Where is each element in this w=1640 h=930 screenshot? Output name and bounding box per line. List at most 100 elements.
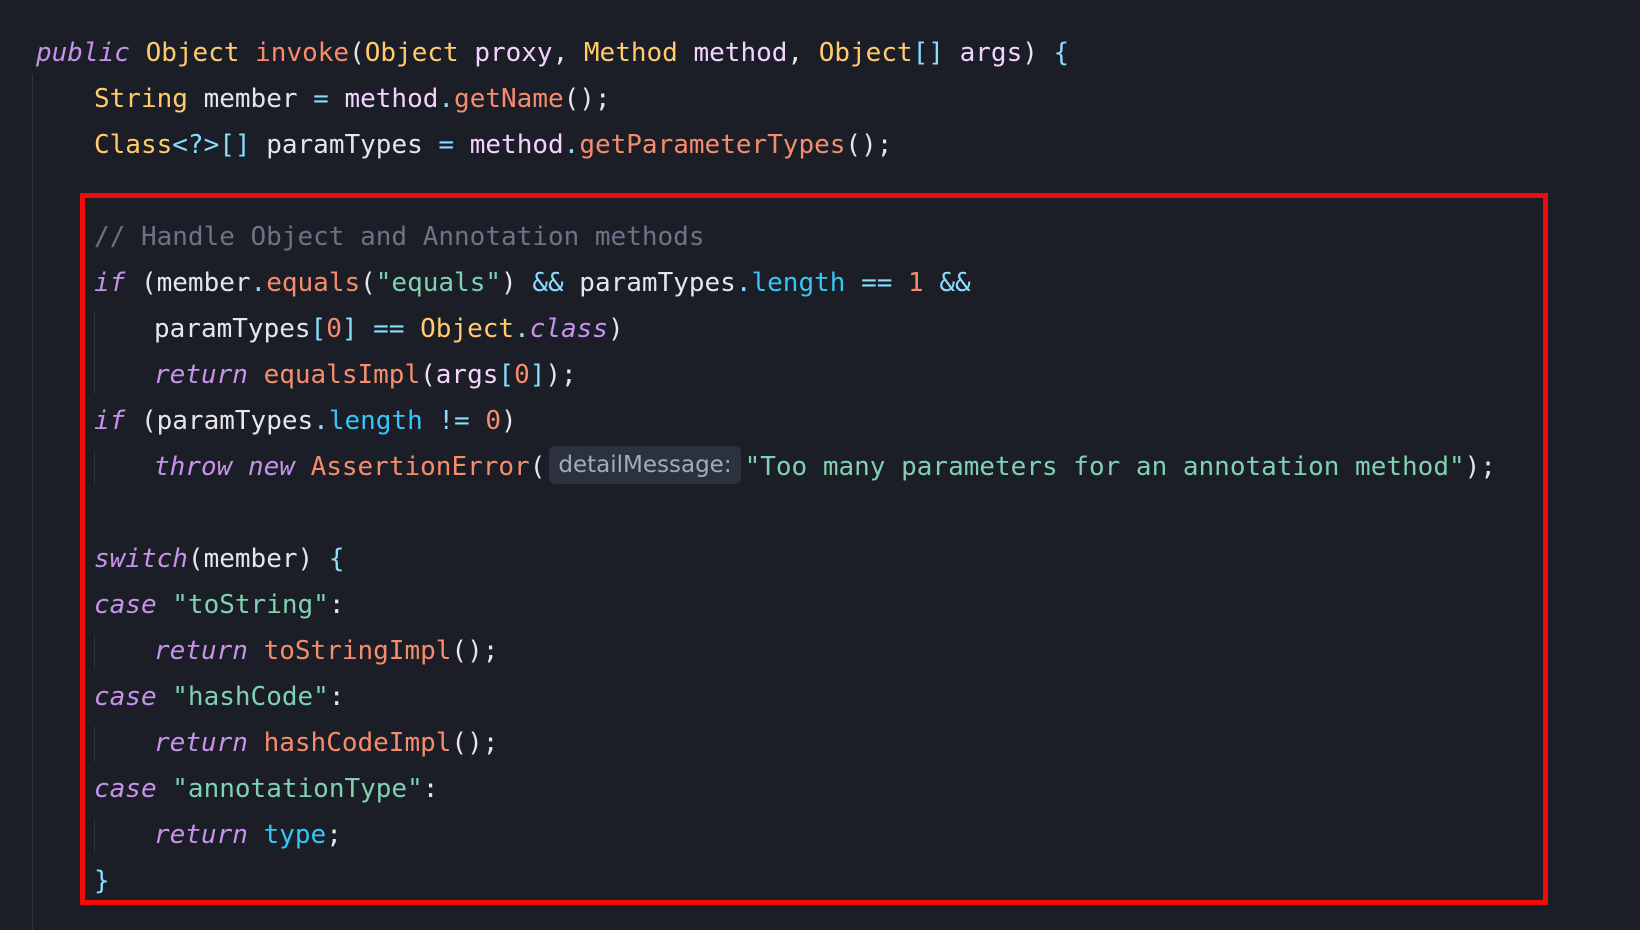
code-token: ( — [529, 452, 546, 482]
code-token: String — [94, 84, 188, 114]
parameter-hint: detailMessage: — [549, 445, 741, 484]
code-line[interactable]: paramTypes[0] == Object.class) — [154, 306, 624, 352]
code-token: member — [203, 544, 298, 574]
code-token: Object — [364, 38, 459, 68]
code-line[interactable]: return type; — [154, 812, 342, 858]
code-line[interactable]: return hashCodeImpl(); — [154, 720, 498, 766]
code-token: "annotationType" — [172, 774, 423, 804]
code-token: && — [939, 268, 971, 298]
code-line[interactable]: } — [94, 858, 110, 904]
code-token: 1 — [908, 268, 924, 298]
code-token: return — [154, 820, 248, 850]
code-token: switch — [94, 544, 188, 574]
code-token: new — [247, 452, 295, 482]
code-token: return — [154, 636, 248, 666]
code-token: proxy — [474, 38, 553, 68]
code-token: Method — [583, 38, 678, 68]
code-token: ( — [125, 406, 157, 436]
code-token: paramTypes — [154, 314, 311, 344]
code-token: getParameterTypes — [579, 130, 846, 160]
code-token: type — [263, 820, 327, 850]
code-token: . — [438, 84, 455, 114]
indent-guide — [94, 634, 95, 670]
code-token: toStringImpl — [263, 636, 452, 666]
code-token: == — [861, 268, 893, 298]
code-token: method — [693, 38, 788, 68]
code-token: if — [94, 406, 126, 436]
code-token: length — [328, 406, 423, 436]
code-token: [ — [310, 314, 327, 344]
code-token: "toString" — [172, 590, 329, 620]
code-token: class — [529, 314, 608, 344]
code-line[interactable]: // Handle Object and Annotation methods — [94, 214, 704, 260]
indent-guide — [94, 450, 95, 486]
code-token: if — [94, 268, 126, 298]
code-token: ) — [1022, 38, 1054, 68]
code-token: (); — [563, 84, 611, 114]
code-token: ( — [349, 38, 365, 68]
code-token: invoke — [255, 38, 350, 68]
code-token: , — [787, 38, 819, 68]
code-line[interactable]: case "hashCode": — [94, 674, 344, 720]
code-line[interactable]: public Object invoke(Object proxy, Metho… — [36, 30, 1069, 76]
code-token: throw — [154, 452, 233, 482]
code-token: . — [514, 314, 530, 344]
code-token: case — [94, 590, 157, 620]
code-token: hashCodeImpl — [263, 728, 452, 758]
code-line[interactable]: if (paramTypes.length != 0) — [94, 398, 517, 444]
code-token: Class — [94, 130, 173, 160]
code-token: member — [203, 84, 298, 114]
code-token: [ — [498, 360, 515, 390]
code-token: Object — [420, 314, 515, 344]
code-token: "hashCode" — [172, 682, 329, 712]
code-token: == — [373, 314, 405, 344]
code-token: args — [959, 38, 1023, 68]
code-token: <?> — [172, 130, 220, 160]
code-token: AssertionError — [310, 452, 530, 482]
code-line[interactable]: return toStringImpl(); — [154, 628, 498, 674]
code-token: , — [552, 38, 584, 68]
code-token: member — [156, 268, 251, 298]
code-line[interactable]: case "toString": — [94, 582, 344, 628]
code-token: (); — [845, 130, 893, 160]
code-token: : — [422, 774, 439, 804]
code-token: (); — [451, 728, 499, 758]
code-token: ) — [297, 544, 329, 574]
code-line[interactable]: if (member.equals("equals") && paramType… — [94, 260, 971, 306]
code-line[interactable]: return equalsImpl(args[0]); — [154, 352, 577, 398]
code-token: [] — [219, 130, 251, 160]
code-token: Object — [818, 38, 913, 68]
code-token: ] — [341, 314, 358, 344]
code-line[interactable]: case "annotationType": — [94, 766, 438, 812]
indent-guide — [94, 818, 95, 854]
indent-guide — [94, 726, 95, 762]
code-token: return — [154, 728, 248, 758]
code-line[interactable]: Class<?>[] paramTypes = method.getParame… — [94, 122, 892, 168]
code-token: . — [563, 130, 580, 160]
code-line[interactable]: String member = method.getName(); — [94, 76, 611, 122]
code-token: // Handle Object and Annotation methods — [94, 222, 705, 252]
code-line[interactable]: throw new AssertionError(detailMessage: "… — [154, 444, 1496, 490]
code-token: 0 — [514, 360, 530, 390]
code-editor[interactable]: public Object invoke(Object proxy, Metho… — [0, 0, 1640, 930]
code-line[interactable]: switch(member) { — [94, 536, 344, 582]
code-token: method — [469, 130, 564, 160]
